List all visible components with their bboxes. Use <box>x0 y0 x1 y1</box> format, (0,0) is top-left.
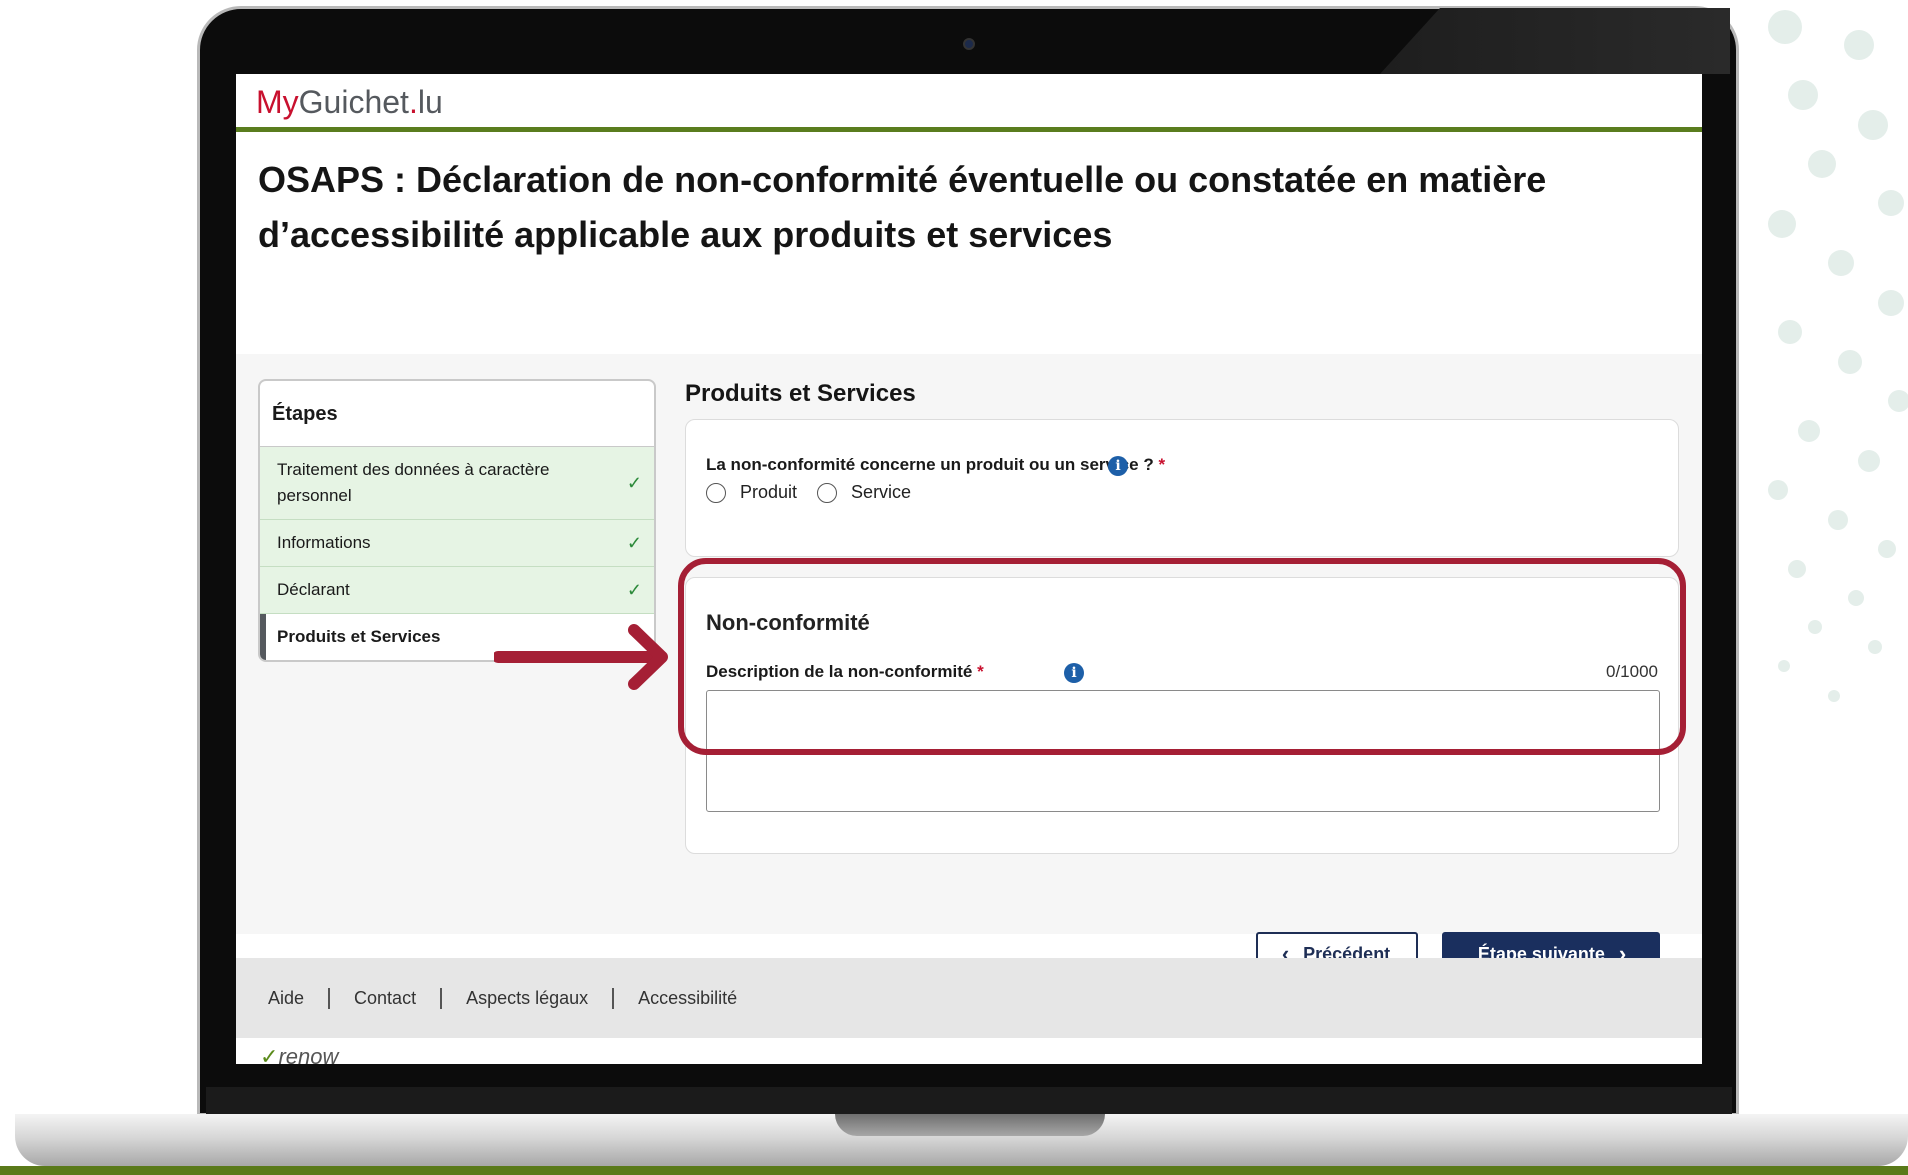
camera-icon <box>963 38 975 50</box>
steps-title: Étapes <box>260 381 654 447</box>
check-icon: ✓ <box>626 580 642 600</box>
decorative-dot-pattern <box>1748 0 1908 800</box>
step-label: Informations <box>277 533 371 552</box>
page-title: OSAPS : Déclaration de non-conformité év… <box>258 159 1547 255</box>
decorative-dot <box>1778 660 1790 672</box>
decorative-dot <box>1858 110 1888 140</box>
footer-link-contact[interactable]: Contact <box>328 987 440 1009</box>
decorative-dot <box>1858 450 1880 472</box>
decorative-dot <box>1778 320 1802 344</box>
decorative-dot <box>1838 350 1862 374</box>
site-header: MyGuichet.lu <box>236 74 1702 132</box>
info-icon[interactable]: i <box>1108 456 1128 476</box>
arrow-icon <box>494 624 668 690</box>
decorative-dot <box>1868 640 1882 654</box>
logo-my: My <box>256 84 299 120</box>
section-heading: Produits et Services <box>685 380 916 407</box>
decorative-dot <box>1768 480 1788 500</box>
screen-hinge <box>206 1087 1732 1114</box>
question-label: La non-conformité concerne un produit ou… <box>706 455 1165 475</box>
decorative-dot <box>1768 10 1802 44</box>
question-text: La non-conformité concerne un produit ou… <box>706 455 1154 474</box>
radio-label-produit[interactable]: Produit <box>740 482 797 503</box>
logo-guichet: Guichet <box>298 84 409 120</box>
footer-link-aide[interactable]: Aide <box>262 988 328 1009</box>
decorative-dot <box>1828 690 1840 702</box>
radio-label-service[interactable]: Service <box>851 482 911 503</box>
decorative-dot <box>1878 540 1896 558</box>
decorative-dot <box>1828 250 1854 276</box>
step-label: Traitement des données à caractère perso… <box>277 460 550 505</box>
highlight-frame <box>678 558 1686 755</box>
step-item-declarant[interactable]: Déclarant ✓ <box>260 567 654 614</box>
decorative-dot <box>1808 150 1836 178</box>
logo-lu: lu <box>417 84 443 120</box>
product-service-card: La non-conformité concerne un produit ou… <box>685 419 1679 557</box>
decorative-dot <box>1788 560 1806 578</box>
step-label: Déclarant <box>277 580 350 599</box>
myguichet-logo[interactable]: MyGuichet.lu <box>256 84 443 120</box>
lid-shine <box>1380 8 1730 74</box>
logo-dot: . <box>408 84 418 120</box>
decorative-dot <box>1828 510 1848 530</box>
radio-group: Produit Service <box>706 482 931 503</box>
decorative-dot <box>1768 210 1796 238</box>
radio-service[interactable] <box>817 482 838 503</box>
required-mark: * <box>1158 455 1166 474</box>
footer-link-legal[interactable]: Aspects légaux <box>440 987 612 1009</box>
step-label: Produits et Services <box>277 627 441 646</box>
steps-panel: Étapes Traitement des données à caractèr… <box>258 379 656 662</box>
decorative-dot <box>1878 290 1904 316</box>
footer: Aide Contact Aspects légaux Accessibilit… <box>236 958 1702 1038</box>
check-icon: ✓ <box>626 473 642 493</box>
step-item-data-processing[interactable]: Traitement des données à caractère perso… <box>260 447 654 520</box>
step-item-informations[interactable]: Informations ✓ <box>260 520 654 567</box>
decorative-dot <box>1798 420 1820 442</box>
decorative-dot <box>1788 80 1818 110</box>
bottom-accent-bar <box>0 1166 1908 1175</box>
renow-logo: ✓renow <box>260 1044 338 1064</box>
decorative-dot <box>1844 30 1874 60</box>
decorative-dot <box>1808 620 1822 634</box>
decorative-dot <box>1848 590 1864 606</box>
renow-text: renow <box>278 1044 339 1064</box>
laptop-notch <box>835 1114 1105 1136</box>
radio-produit[interactable] <box>706 482 726 503</box>
check-icon: ✓ <box>626 533 642 553</box>
decorative-dot <box>1888 390 1908 412</box>
footer-link-accessibility[interactable]: Accessibilité <box>612 987 761 1009</box>
decorative-dot <box>1878 190 1904 216</box>
